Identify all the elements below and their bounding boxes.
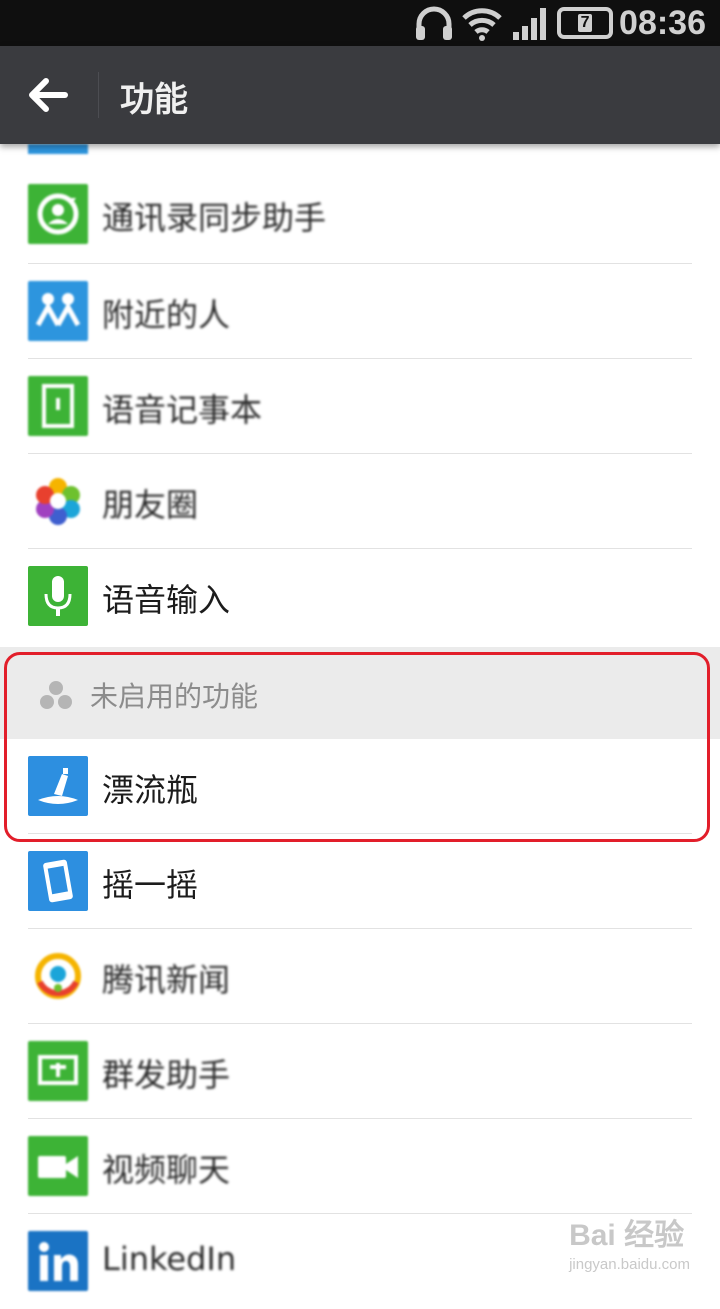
disabled-section-header: 未启用的功能 bbox=[0, 647, 720, 739]
drift-bottle-icon bbox=[28, 756, 88, 816]
list-item-broadcast-assistant[interactable]: 群发助手 bbox=[0, 1024, 720, 1119]
shake-icon bbox=[28, 851, 88, 911]
watermark: Bai 经验 jingyan.baidu.com bbox=[569, 1210, 690, 1273]
list-item-label: 群发助手 bbox=[102, 1056, 231, 1094]
app-bar-divider bbox=[98, 72, 99, 118]
tencent-news-icon bbox=[28, 946, 88, 1006]
list-item-label: 朋友圈 bbox=[102, 486, 199, 524]
people-nearby-icon bbox=[28, 281, 88, 341]
list-item-people-nearby[interactable]: 附近的人 bbox=[0, 264, 720, 359]
app-bar: 功能 bbox=[0, 46, 720, 144]
list-item-moments[interactable]: 朋友圈 bbox=[0, 454, 720, 549]
list-item-label: 腾讯新闻 bbox=[102, 961, 231, 999]
watermark-main: Bai 经验 bbox=[569, 1219, 685, 1252]
clock: 08:36 bbox=[619, 3, 706, 42]
back-button[interactable] bbox=[20, 70, 76, 120]
list-item-label: 语音输入 bbox=[102, 581, 231, 619]
signal-icon bbox=[513, 8, 547, 40]
list-item-label: 附近的人 bbox=[102, 296, 231, 334]
broadcast-assistant-icon bbox=[28, 1041, 88, 1101]
disabled-features-icon bbox=[40, 681, 72, 709]
moments-icon bbox=[28, 471, 88, 531]
video-chat-icon bbox=[28, 1136, 88, 1196]
list-item-shake[interactable]: 摇一摇 bbox=[0, 834, 720, 929]
list-item-drift-bottle[interactable]: 漂流瓶 bbox=[0, 739, 720, 834]
list-item-label: 视频聊天 bbox=[102, 1151, 231, 1189]
battery-icon: 7 bbox=[557, 7, 614, 39]
list-item-label: 通讯录同步助手 bbox=[102, 199, 327, 237]
list-item-label: LinkedIn bbox=[102, 1240, 237, 1278]
contacts-sync-icon bbox=[28, 184, 88, 244]
list-item-video-chat[interactable]: 视频聊天 bbox=[0, 1119, 720, 1214]
list-item-contacts-sync[interactable]: 通讯录同步助手 bbox=[0, 167, 720, 264]
list-item-label: 漂流瓶 bbox=[102, 771, 199, 809]
list-item-voice-notepad[interactable]: 语音记事本 bbox=[0, 359, 720, 454]
battery-label: 7 bbox=[577, 14, 593, 32]
headphones-icon bbox=[416, 6, 453, 40]
list-item-label: 摇一摇 bbox=[102, 866, 199, 904]
section-label: 未启用的功能 bbox=[90, 680, 259, 713]
list-item-label: 语音记事本 bbox=[102, 391, 263, 429]
status-bar: 7 08:36 bbox=[0, 0, 720, 46]
linkedin-icon bbox=[28, 1231, 88, 1291]
watermark-sub: jingyan.baidu.com bbox=[569, 1256, 690, 1273]
wifi-icon bbox=[462, 8, 502, 41]
page-title: 功能 bbox=[120, 80, 188, 120]
microphone-icon bbox=[28, 566, 88, 626]
list-item-tencent-news[interactable]: 腾讯新闻 bbox=[0, 929, 720, 1024]
list-item-voice-input[interactable]: 语音输入 bbox=[0, 549, 720, 647]
feature-list: 通讯录同步助手 附近的人 语音记事本 朋友圈 语音输入 未启用的功能 漂流瓶 摇… bbox=[0, 144, 720, 1309]
partial-row-icon bbox=[28, 144, 88, 154]
voice-notepad-icon bbox=[28, 376, 88, 436]
back-arrow-icon bbox=[29, 78, 68, 112]
